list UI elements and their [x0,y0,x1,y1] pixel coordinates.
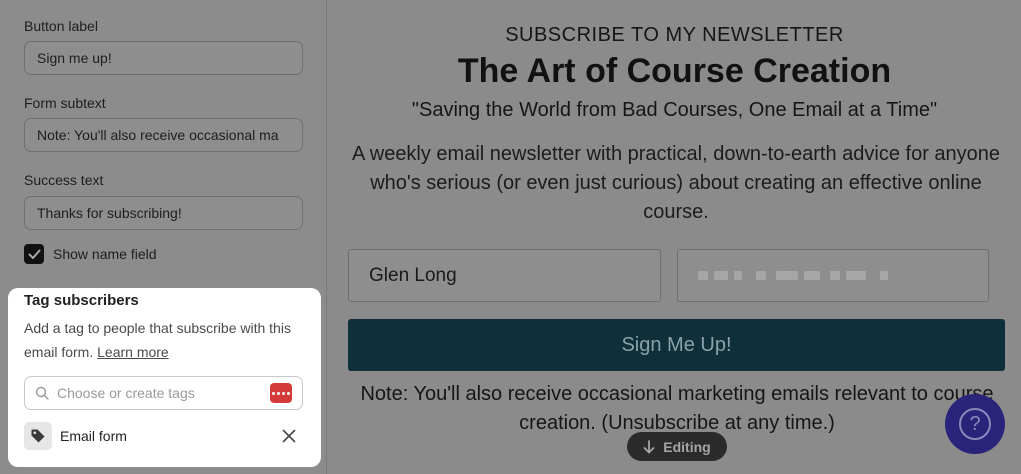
form-subtext-input[interactable]: Note: You'll also receive occasional ma [24,118,303,152]
form-subtext-heading: Form subtext [24,95,106,111]
preview-name-field[interactable]: Glen Long [348,249,661,302]
preview-quote: "Saving the World from Bad Courses, One … [411,99,938,121]
close-icon[interactable] [281,428,297,444]
tag-subscribers-description: Add a tag to people that subscribe with … [24,316,309,364]
tag-subscribers-title: Tag subscribers [24,292,139,309]
learn-more-link[interactable]: Learn more [97,344,169,360]
checkmark-icon [28,249,40,259]
editing-indicator[interactable]: Editing [627,432,727,461]
tag-subscribers-card: Tag subscribers Add a tag to people that… [8,288,321,467]
success-text-input[interactable]: Thanks for subscribing! [24,196,303,230]
show-name-field-checkbox[interactable] [24,244,44,264]
preview-email-field[interactable] [677,249,989,302]
password-manager-icon[interactable] [270,383,292,403]
redacted-email [698,271,888,280]
show-name-field-label: Show name field [53,246,157,262]
tag-search-input[interactable] [57,385,257,401]
editing-label: Editing [663,438,711,455]
tag-icon [31,429,45,443]
button-label-input[interactable]: Sign me up! [24,41,303,75]
preview-title: The Art of Course Creation [457,52,892,90]
arrow-down-icon [643,439,655,453]
show-name-field-row[interactable]: Show name field [24,244,157,264]
help-icon: ? [959,408,991,440]
search-icon [35,386,49,400]
selected-tag-item: Email form [24,422,303,450]
preview-note: Note: You'll also receive occasional mar… [360,383,994,434]
success-text-heading: Success text [24,172,104,188]
selected-tag-label: Email form [60,428,127,444]
preview-eyebrow: SUBSCRIBE TO MY NEWSLETTER [505,24,844,46]
tag-icon-box [24,422,52,450]
preview-subscribe-button[interactable]: Sign Me Up! [348,319,1005,371]
form-preview: SUBSCRIBE TO MY NEWSLETTER The Art of Co… [328,0,1021,474]
preview-description: A weekly email newsletter with practical… [351,143,1001,223]
help-button[interactable]: ? [945,394,1005,454]
tag-search-field[interactable] [24,376,303,410]
button-label-heading: Button label [24,18,98,34]
